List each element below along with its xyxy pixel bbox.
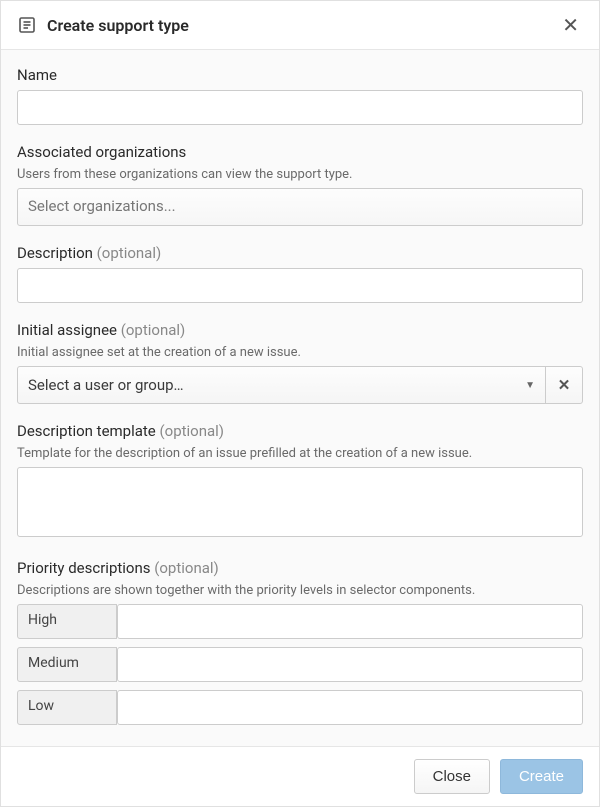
assignee-placeholder: Select a user or group… bbox=[28, 376, 184, 394]
priority-input-low[interactable] bbox=[117, 690, 583, 725]
create-button[interactable]: Create bbox=[500, 759, 583, 794]
close-icon[interactable]: ✕ bbox=[558, 13, 583, 37]
template-label: Description template (optional) bbox=[17, 422, 583, 440]
orgs-label: Associated organizations bbox=[17, 143, 583, 161]
modal-header: Create support type ✕ bbox=[1, 1, 599, 50]
assignee-select[interactable]: Select a user or group… ▼ bbox=[17, 366, 546, 404]
modal-body: Name Associated organizations Users from… bbox=[1, 50, 599, 746]
description-input[interactable] bbox=[17, 268, 583, 303]
template-hint: Template for the description of an issue… bbox=[17, 446, 583, 461]
field-assignee: Initial assignee (optional) Initial assi… bbox=[17, 321, 583, 404]
field-priority: Priority descriptions (optional) Descrip… bbox=[17, 559, 583, 725]
assignee-label: Initial assignee (optional) bbox=[17, 321, 583, 339]
priority-input-high[interactable] bbox=[117, 604, 583, 639]
assignee-row: Select a user or group… ▼ ✕ bbox=[17, 366, 583, 404]
name-input[interactable] bbox=[17, 90, 583, 125]
template-input[interactable] bbox=[17, 467, 583, 537]
close-button[interactable]: Close bbox=[414, 759, 490, 794]
priority-label: Priority descriptions (optional) bbox=[17, 559, 583, 577]
orgs-hint: Users from these organizations can view … bbox=[17, 167, 583, 182]
field-template: Description template (optional) Template… bbox=[17, 422, 583, 541]
assignee-clear-button[interactable]: ✕ bbox=[545, 366, 583, 404]
priority-hint: Descriptions are shown together with the… bbox=[17, 583, 583, 598]
x-icon: ✕ bbox=[558, 376, 571, 394]
priority-level-high: High bbox=[17, 604, 117, 639]
field-orgs: Associated organizations Users from thes… bbox=[17, 143, 583, 226]
priority-level-low: Low bbox=[17, 690, 117, 725]
chevron-down-icon: ▼ bbox=[525, 380, 535, 391]
field-description: Description (optional) bbox=[17, 244, 583, 303]
name-label: Name bbox=[17, 66, 583, 84]
priority-level-medium: Medium bbox=[17, 647, 117, 682]
priority-row-high: High bbox=[17, 604, 583, 639]
modal-title: Create support type bbox=[47, 16, 548, 35]
assignee-hint: Initial assignee set at the creation of … bbox=[17, 345, 583, 360]
orgs-select[interactable]: Select organizations... bbox=[17, 188, 583, 226]
modal-footer: Close Create bbox=[1, 746, 599, 806]
description-label: Description (optional) bbox=[17, 244, 583, 262]
priority-row-medium: Medium bbox=[17, 647, 583, 682]
orgs-placeholder: Select organizations... bbox=[28, 197, 176, 215]
priority-row-low: Low bbox=[17, 690, 583, 725]
field-name: Name bbox=[17, 66, 583, 125]
priority-input-medium[interactable] bbox=[117, 647, 583, 682]
document-icon bbox=[17, 15, 37, 35]
create-support-type-modal: Create support type ✕ Name Associated or… bbox=[0, 0, 600, 807]
